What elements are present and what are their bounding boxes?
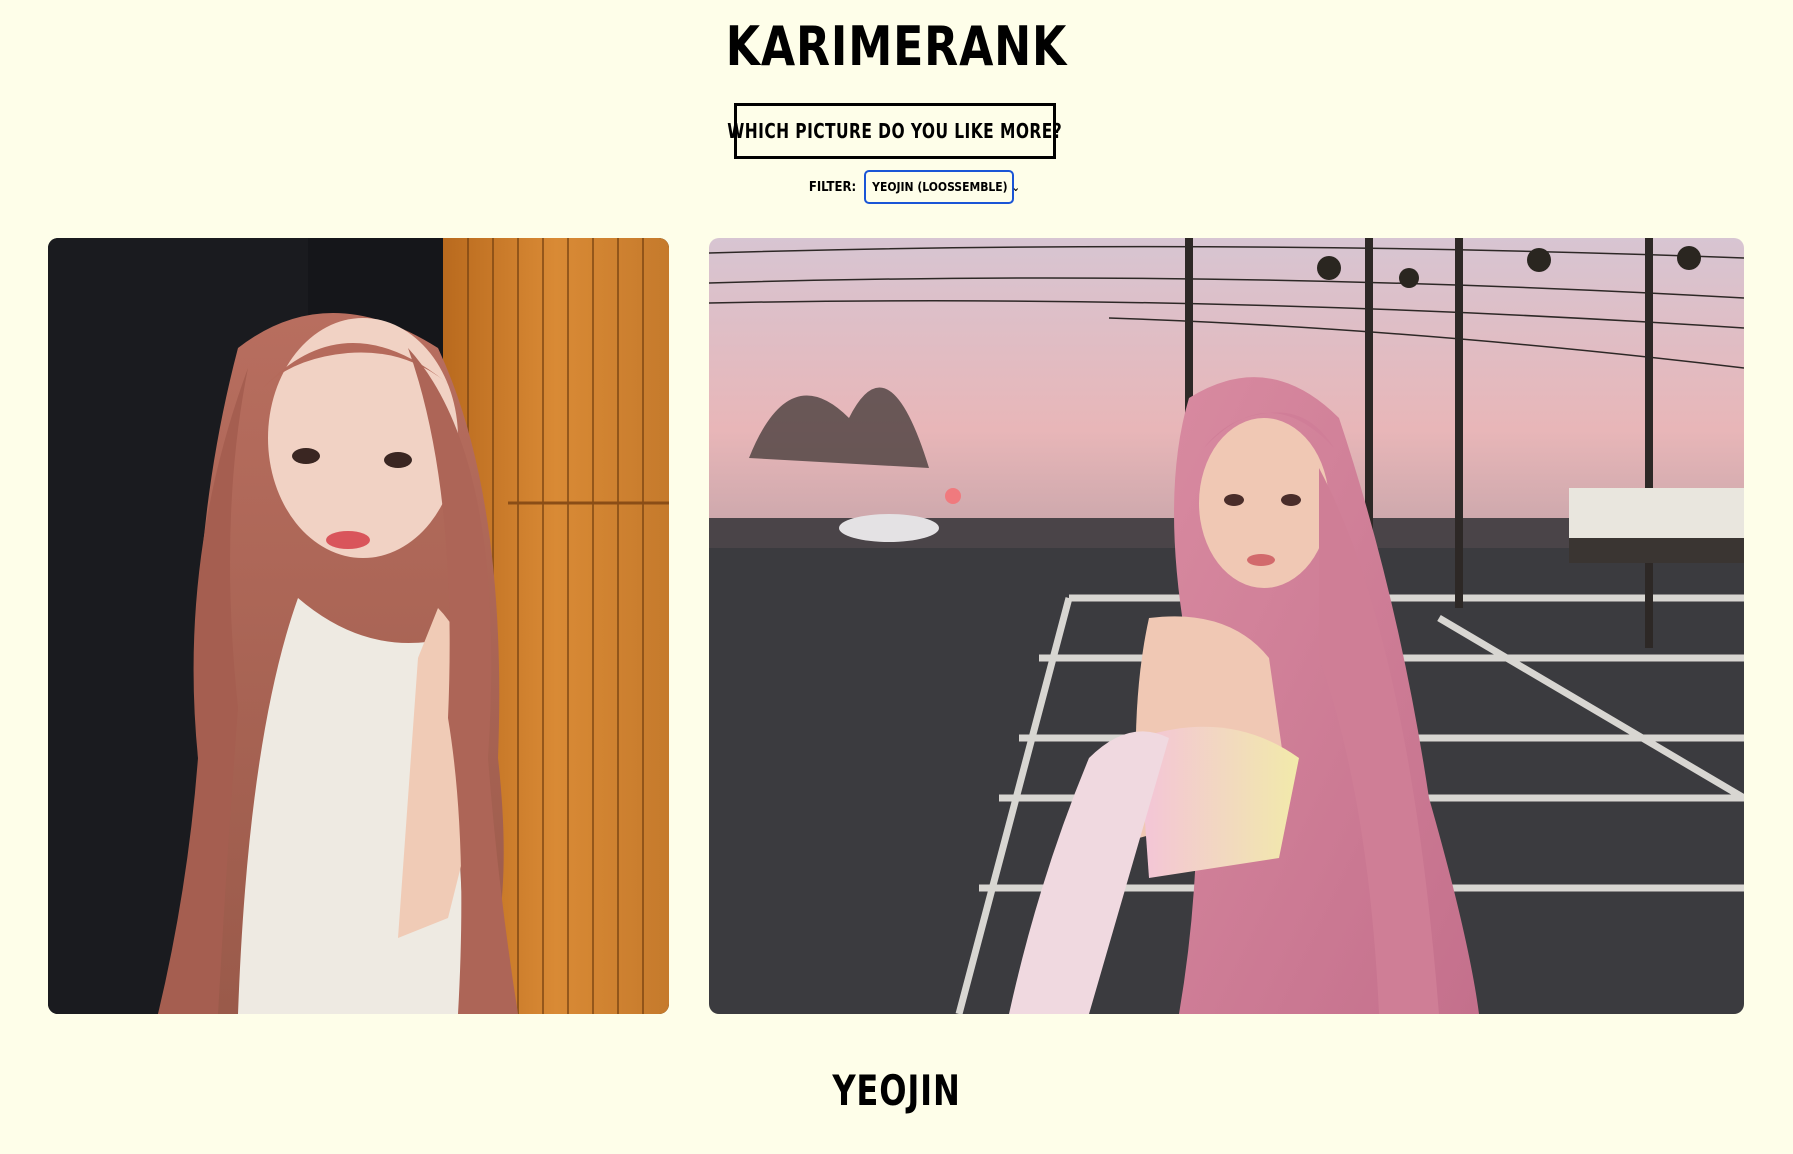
question-prompt: WHICH PICTURE DO YOU LIKE MORE? — [728, 103, 1062, 159]
filter-label: FILTER: — [808, 179, 857, 195]
photo-option-right[interactable] — [709, 238, 1744, 1014]
filter-select[interactable]: YEOJIN (LOOSSEMBLE) ⌄ — [864, 170, 1020, 204]
left-photo-image — [48, 238, 669, 1014]
chevron-down-icon: ⌄ — [1011, 180, 1020, 194]
member-name-text: YEOJIN — [832, 1066, 961, 1115]
filter-selected-value: YEOJIN (LOOSSEMBLE) — [872, 180, 1008, 194]
filter-row: FILTER: YEOJIN (LOOSSEMBLE) ⌄ — [0, 170, 1793, 204]
right-photo-image — [709, 238, 1744, 1014]
member-name: YEOJIN — [0, 1066, 1793, 1115]
question-text: WHICH PICTURE DO YOU LIKE MORE? — [727, 119, 1063, 143]
photo-option-left[interactable] — [48, 238, 669, 1014]
site-title: KARIMERANK — [725, 15, 1068, 78]
